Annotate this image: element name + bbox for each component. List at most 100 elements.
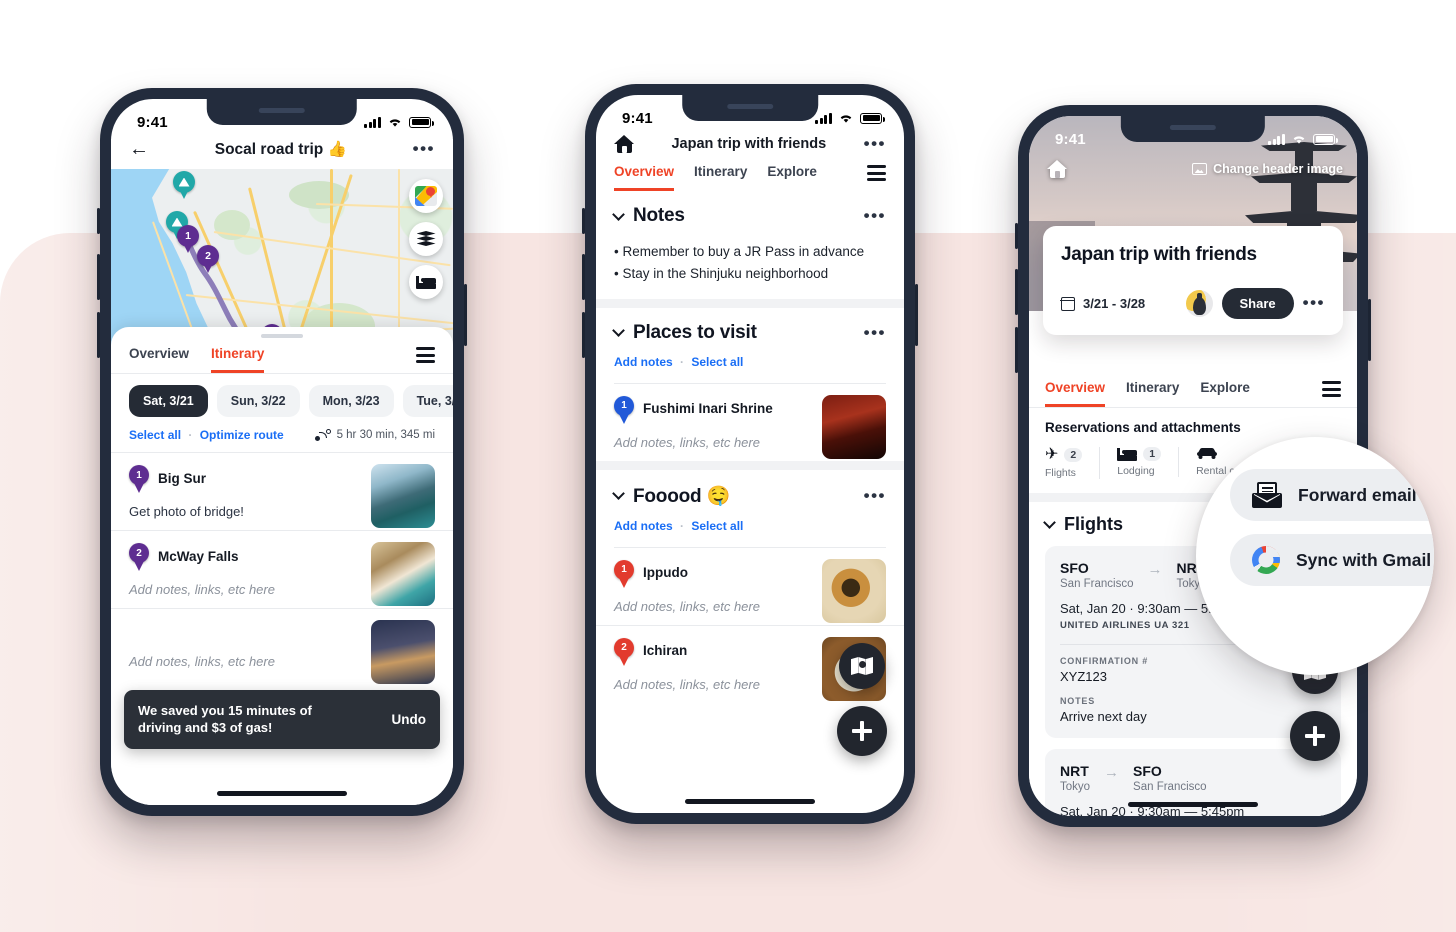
earpiece-speaker: [259, 108, 305, 113]
date-chip-1[interactable]: Sun, 3/22: [216, 385, 300, 417]
tab-itinerary[interactable]: Itinerary: [1126, 380, 1179, 407]
map-pin-1[interactable]: 1: [177, 225, 199, 254]
volume-down-button[interactable]: [582, 312, 585, 358]
link-separator: ·: [680, 518, 685, 533]
arrow-right-icon: →: [1147, 561, 1163, 578]
change-header-image-button[interactable]: Change header image: [1192, 162, 1343, 176]
home-indicator[interactable]: [685, 799, 815, 804]
menu-icon[interactable]: [1322, 381, 1341, 397]
select-all-link[interactable]: Select all: [129, 428, 181, 442]
back-icon[interactable]: ←: [129, 139, 149, 159]
sheet-grabber[interactable]: [261, 334, 303, 338]
volume-up-button[interactable]: [1015, 269, 1018, 315]
tab-itinerary[interactable]: Itinerary: [694, 164, 747, 191]
arrow-right-icon: →: [1104, 764, 1120, 781]
power-button[interactable]: [915, 284, 918, 346]
section-title: Fooood 🤤: [633, 485, 730, 507]
map-pin-camp[interactable]: [173, 171, 195, 200]
tab-overview[interactable]: Overview: [1045, 380, 1106, 407]
reservation-flights[interactable]: ✈ 2 Flights: [1045, 447, 1101, 479]
section-more-icon[interactable]: •••: [864, 207, 886, 224]
section-more-icon[interactable]: •••: [864, 486, 886, 503]
volume-down-button[interactable]: [1015, 327, 1018, 373]
home-indicator[interactable]: [1128, 802, 1258, 807]
select-all-link[interactable]: Select all: [691, 519, 743, 533]
optimize-route-link[interactable]: Optimize route: [200, 428, 284, 442]
phone-device-1: 9:41 ← Socal road trip 👍 ••• 1 2 Overvie…: [97, 88, 467, 816]
home-icon[interactable]: [1047, 160, 1067, 178]
layers-icon[interactable]: [409, 222, 443, 256]
chevron-down-icon[interactable]: [612, 487, 625, 501]
undo-button[interactable]: Undo: [392, 712, 427, 727]
mute-switch[interactable]: [1015, 223, 1018, 249]
itinerary-item[interactable]: 1 Big Sur Get photo of bridge!: [111, 453, 453, 530]
itinerary-item[interactable]: 2 McWay Falls Add notes, links, etc here: [111, 531, 453, 608]
power-button[interactable]: [1368, 299, 1371, 361]
item-thumbnail[interactable]: [371, 464, 435, 528]
select-all-link[interactable]: Select all: [691, 355, 743, 369]
item-thumbnail[interactable]: [822, 394, 886, 459]
reservation-lodging[interactable]: 1 Lodging: [1117, 447, 1180, 477]
tab-explore[interactable]: Explore: [767, 164, 817, 191]
note-bullet[interactable]: • Remember to buy a JR Pass in advance: [614, 241, 886, 263]
volume-down-button[interactable]: [97, 312, 100, 358]
note-bullet[interactable]: • Stay in the Shinjuku neighborhood: [614, 263, 886, 285]
toast-message: We saved you 15 minutes of driving and $…: [138, 702, 312, 736]
mute-switch[interactable]: [582, 208, 585, 234]
google-maps-icon[interactable]: [409, 179, 443, 213]
itinerary-item[interactable]: Add notes, links, etc here: [111, 609, 453, 684]
add-notes-link[interactable]: Add notes: [614, 519, 673, 533]
volume-up-button[interactable]: [582, 254, 585, 300]
map-pin-2[interactable]: 2: [197, 245, 219, 274]
menu-icon[interactable]: [867, 165, 886, 181]
tab-explore[interactable]: Explore: [1200, 380, 1250, 407]
phone-1-screen: 9:41 ← Socal road trip 👍 ••• 1 2 Overvie…: [111, 99, 453, 805]
add-fab-button[interactable]: [1290, 711, 1340, 761]
date-chip-2[interactable]: Mon, 3/23: [308, 385, 394, 417]
avatar[interactable]: [1185, 290, 1213, 317]
sync-with-gmail-option[interactable]: Sync with Gmail: [1230, 534, 1434, 586]
link-separator: ·: [680, 354, 685, 369]
place-item[interactable]: 1 Ippudo Add notes, links, etc here: [596, 548, 904, 625]
date-chip-3[interactable]: Tue, 3/24: [402, 385, 453, 417]
tab-overview[interactable]: Overview: [614, 164, 675, 191]
date-chip-row[interactable]: Sat, 3/21 Sun, 3/22 Mon, 3/23 Tue, 3/24 …: [111, 374, 453, 428]
map-fab-button[interactable]: [839, 643, 885, 689]
trip-dates[interactable]: 3/21 - 3/28: [1060, 296, 1146, 311]
trip-dates-text: 3/21 - 3/28: [1083, 296, 1146, 311]
chevron-down-icon[interactable]: [1043, 516, 1056, 529]
share-button[interactable]: Share: [1221, 288, 1294, 319]
itinerary-bottom-sheet[interactable]: Overview Itinerary Sat, 3/21 Sun, 3/22 M…: [111, 327, 453, 805]
power-button[interactable]: [464, 284, 467, 346]
section-more-icon[interactable]: •••: [864, 323, 886, 340]
item-thumbnail[interactable]: [822, 558, 886, 623]
item-thumbnail[interactable]: [371, 620, 435, 684]
map-controls: [409, 179, 443, 299]
chevron-down-icon[interactable]: [612, 324, 625, 338]
mute-switch[interactable]: [97, 208, 100, 234]
add-fab-button[interactable]: [837, 706, 887, 756]
date-chip-0[interactable]: Sat, 3/21: [129, 385, 208, 417]
route-stats: 5 hr 30 min, 345 mi: [314, 429, 435, 441]
add-notes-link[interactable]: Add notes: [614, 355, 673, 369]
lodging-icon[interactable]: [409, 265, 443, 299]
plus-icon: [1305, 726, 1325, 746]
more-options-icon[interactable]: •••: [864, 135, 886, 152]
more-options-icon[interactable]: •••: [1303, 294, 1325, 311]
notch: [206, 99, 358, 125]
wifi-icon: [389, 119, 401, 127]
volume-up-button[interactable]: [97, 254, 100, 300]
home-indicator[interactable]: [217, 791, 347, 796]
chevron-down-icon[interactable]: [612, 207, 625, 221]
home-icon[interactable]: [614, 135, 634, 153]
item-thumbnail[interactable]: [371, 542, 435, 606]
place-item[interactable]: 1 Fushimi Inari Shrine Add notes, links,…: [596, 384, 904, 461]
item-name: Big Sur: [158, 470, 207, 486]
menu-icon[interactable]: [416, 347, 435, 363]
more-options-icon[interactable]: •••: [413, 140, 435, 157]
from-code: SFO: [1060, 560, 1089, 576]
tab-itinerary[interactable]: Itinerary: [211, 346, 265, 373]
change-header-label: Change header image: [1213, 162, 1343, 176]
tab-overview[interactable]: Overview: [129, 346, 189, 373]
forward-email-option[interactable]: Forward email: [1230, 469, 1434, 521]
